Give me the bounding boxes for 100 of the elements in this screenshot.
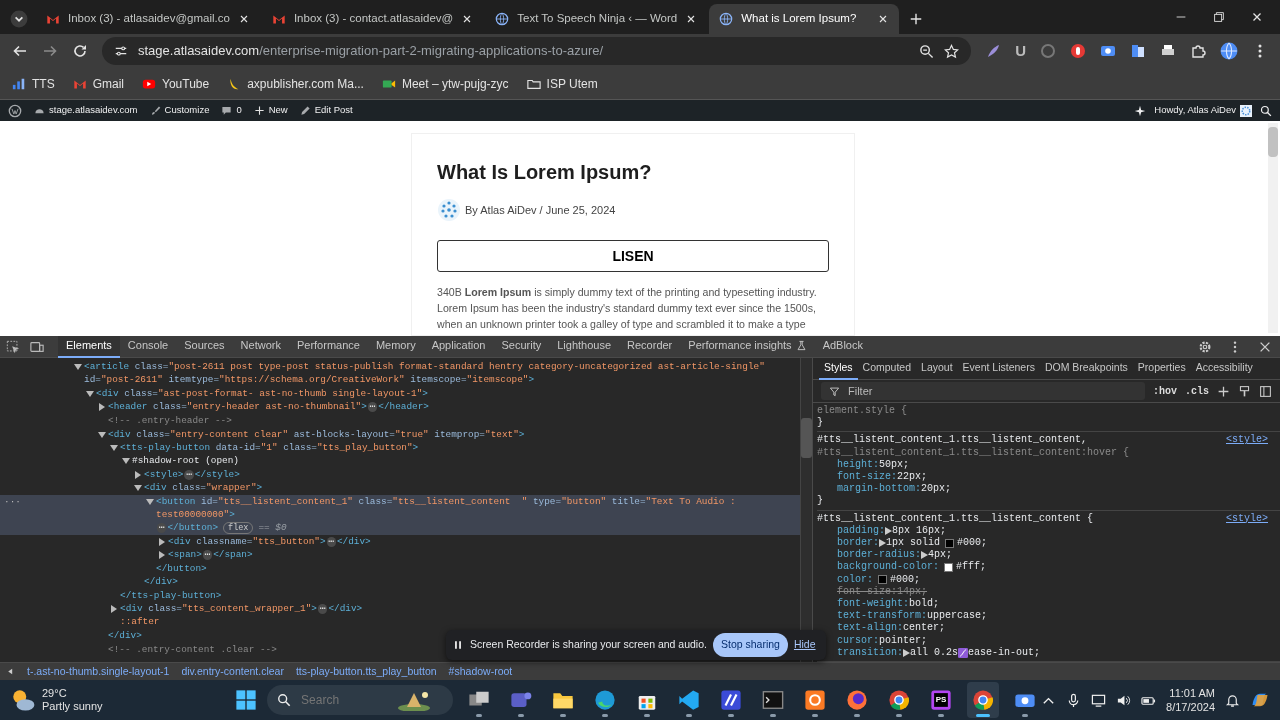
expand-arrow-icon[interactable]	[921, 551, 928, 560]
paint-icon[interactable]	[1238, 384, 1251, 398]
browser-icon[interactable]	[972, 689, 995, 711]
filter-bar[interactable]: Filter	[821, 382, 1145, 400]
styles-tab[interactable]: DOM Breakpoints	[1039, 358, 1133, 380]
css-property[interactable]: background-color:	[837, 561, 940, 574]
breadcrumb[interactable]: tts-play-button.tts_play_button	[295, 663, 437, 680]
css-property[interactable]: border:	[837, 537, 879, 550]
css-property[interactable]: font-size:	[837, 585, 897, 599]
color-swatch[interactable]	[944, 563, 954, 573]
dom-line-text[interactable]: </div>	[337, 534, 371, 549]
collapse-arrow-icon[interactable]	[110, 444, 118, 453]
css-value[interactable]: 1px solid	[886, 537, 941, 550]
css-value[interactable]: #fff;	[956, 561, 987, 574]
hand-icon[interactable]	[1070, 43, 1086, 59]
collapsed-content-badge[interactable]: ⋯	[157, 523, 167, 534]
css-value[interactable]: center;	[903, 622, 946, 635]
settings-icon[interactable]	[1198, 339, 1212, 354]
search-input[interactable]: Search	[299, 690, 390, 710]
reload-icon[interactable]	[72, 43, 88, 59]
app-icon[interactable]	[720, 689, 743, 711]
terminal-icon[interactable]	[762, 689, 785, 711]
color-swatch[interactable]	[945, 538, 955, 548]
network-icon[interactable]	[1091, 692, 1107, 708]
new-rule-icon[interactable]	[1217, 384, 1230, 398]
css-value[interactable]: 4px;	[928, 549, 953, 562]
css-value[interactable]: 14px;	[897, 585, 928, 599]
expand-arrow-icon[interactable]	[158, 537, 166, 546]
css-value[interactable]: all 0.2s	[910, 646, 959, 660]
scrollbar[interactable]	[1268, 123, 1278, 333]
dom-line-text[interactable]: </div>	[108, 629, 142, 643]
css-value[interactable]: pointer;	[879, 634, 928, 647]
dom-line-text[interactable]: <div class="tts_content_wrapper_1">	[120, 601, 317, 616]
devtools-tab[interactable]: Security	[493, 335, 550, 358]
site-settings-icon[interactable]	[114, 44, 128, 58]
expand-arrow-icon[interactable]	[158, 551, 166, 560]
browser-tab[interactable]: Inbox (3) - contact.atlasaidev@	[261, 4, 484, 34]
bookmark[interactable]: ISP Utem	[526, 74, 598, 93]
css-property[interactable]: transition:	[837, 646, 903, 660]
styles-tab[interactable]: Accessibility	[1190, 358, 1258, 380]
listen-button[interactable]: LISEN	[437, 240, 829, 272]
collapsed-content-badge[interactable]: ⋯	[202, 550, 213, 560]
expand-arrow-icon[interactable]	[110, 604, 118, 613]
browser-tab[interactable]: Text To Speech Ninja ‹ — Word	[485, 4, 708, 34]
css-value[interactable]: uppercase;	[927, 610, 988, 623]
collapse-arrow-icon[interactable]	[86, 389, 94, 398]
css-property[interactable]: font-weight:	[837, 598, 909, 611]
stop-sharing-button[interactable]: Stop sharing	[712, 633, 788, 657]
css-value[interactable]: bold;	[909, 598, 940, 611]
admin-bar-link[interactable]: Edit Post	[299, 103, 353, 118]
breadcrumb[interactable]: #shadow-root	[448, 663, 513, 680]
source-link[interactable]: <style>	[1226, 434, 1268, 447]
profile-icon[interactable]	[1220, 42, 1238, 60]
browser-icon[interactable]	[888, 689, 911, 711]
dom-line-text[interactable]: <div class="ast-post-format- ast-no-thumb single-layout-1">	[96, 386, 428, 401]
tab-search-icon[interactable]	[10, 10, 28, 28]
bookmark[interactable]: Gmail	[72, 74, 124, 93]
dom-line-text[interactable]: <tts-play-button data-id="1" class="tts_play_button">	[120, 441, 419, 455]
styles-tab[interactable]: Computed	[857, 358, 917, 380]
css-property[interactable]: color:	[837, 573, 873, 586]
dom-line-text[interactable]: <div classname="tts_button">	[168, 534, 326, 549]
devtools-tab[interactable]: Performance insights	[680, 335, 815, 358]
collapsed-content-badge[interactable]: ⋯	[317, 603, 328, 614]
css-value[interactable]: ease-in-out;	[968, 646, 1041, 660]
css-value[interactable]: #000;	[957, 537, 988, 550]
expand-arrow-icon[interactable]	[903, 648, 910, 657]
gutter-menu[interactable]: ···	[4, 494, 21, 509]
bookmark[interactable]: TTS	[12, 74, 55, 93]
css-value[interactable]: 50px;	[879, 458, 910, 471]
dom-line-text[interactable]: </span>	[213, 548, 253, 562]
dom-line-text[interactable]: ::after	[120, 615, 160, 629]
feather-icon[interactable]	[985, 43, 1002, 59]
admin-bar-link[interactable]: New	[253, 103, 288, 118]
collapse-arrow-icon[interactable]	[134, 484, 142, 493]
filter-input[interactable]: Filter	[846, 381, 1137, 401]
dom-line-text[interactable]: <!-- .entry-header -->	[108, 413, 232, 428]
devtools-tab[interactable]: AdBlock	[814, 335, 871, 358]
collapse-arrow-icon[interactable]	[98, 430, 106, 439]
dom-line-text[interactable]: <span>	[168, 548, 202, 562]
devtools-tab[interactable]: Performance	[288, 335, 368, 358]
dom-line-text[interactable]: <!-- .entry-content .clear -->	[108, 642, 277, 657]
hide-link[interactable]: Hide	[793, 637, 816, 653]
dom-line-text[interactable]: </header>	[378, 400, 429, 414]
zoom-icon[interactable]	[919, 43, 935, 59]
css-property[interactable]: font-size:	[837, 471, 897, 484]
expand-arrow-icon[interactable]	[134, 470, 142, 479]
weather-icon[interactable]	[10, 687, 36, 713]
document-icon[interactable]	[1130, 43, 1146, 59]
extensions-icon[interactable]	[1190, 43, 1206, 59]
dom-line-text[interactable]: <button id="tts__listent_content_1" class="tts__listent_content " type="button" title="Text To Audio : test00000000">	[156, 494, 800, 522]
devtools-tab[interactable]: Elements	[58, 335, 120, 358]
dom-line-text[interactable]: <div class="wrapper">	[144, 481, 263, 495]
dom-line-text[interactable]: <div class="entry-content clear" ast-blocks-layout="true" itemprop="text">	[108, 427, 525, 442]
bookmark[interactable]: YouTube	[142, 74, 210, 93]
source-link[interactable]: <style>	[1226, 512, 1268, 525]
dom-line-text[interactable]: </div>	[144, 575, 178, 589]
css-value[interactable]: 8px 16px;	[892, 524, 947, 538]
restore-icon[interactable]	[1212, 10, 1226, 24]
css-value[interactable]: 22px;	[897, 471, 928, 484]
css-property[interactable]: padding:	[837, 524, 885, 538]
